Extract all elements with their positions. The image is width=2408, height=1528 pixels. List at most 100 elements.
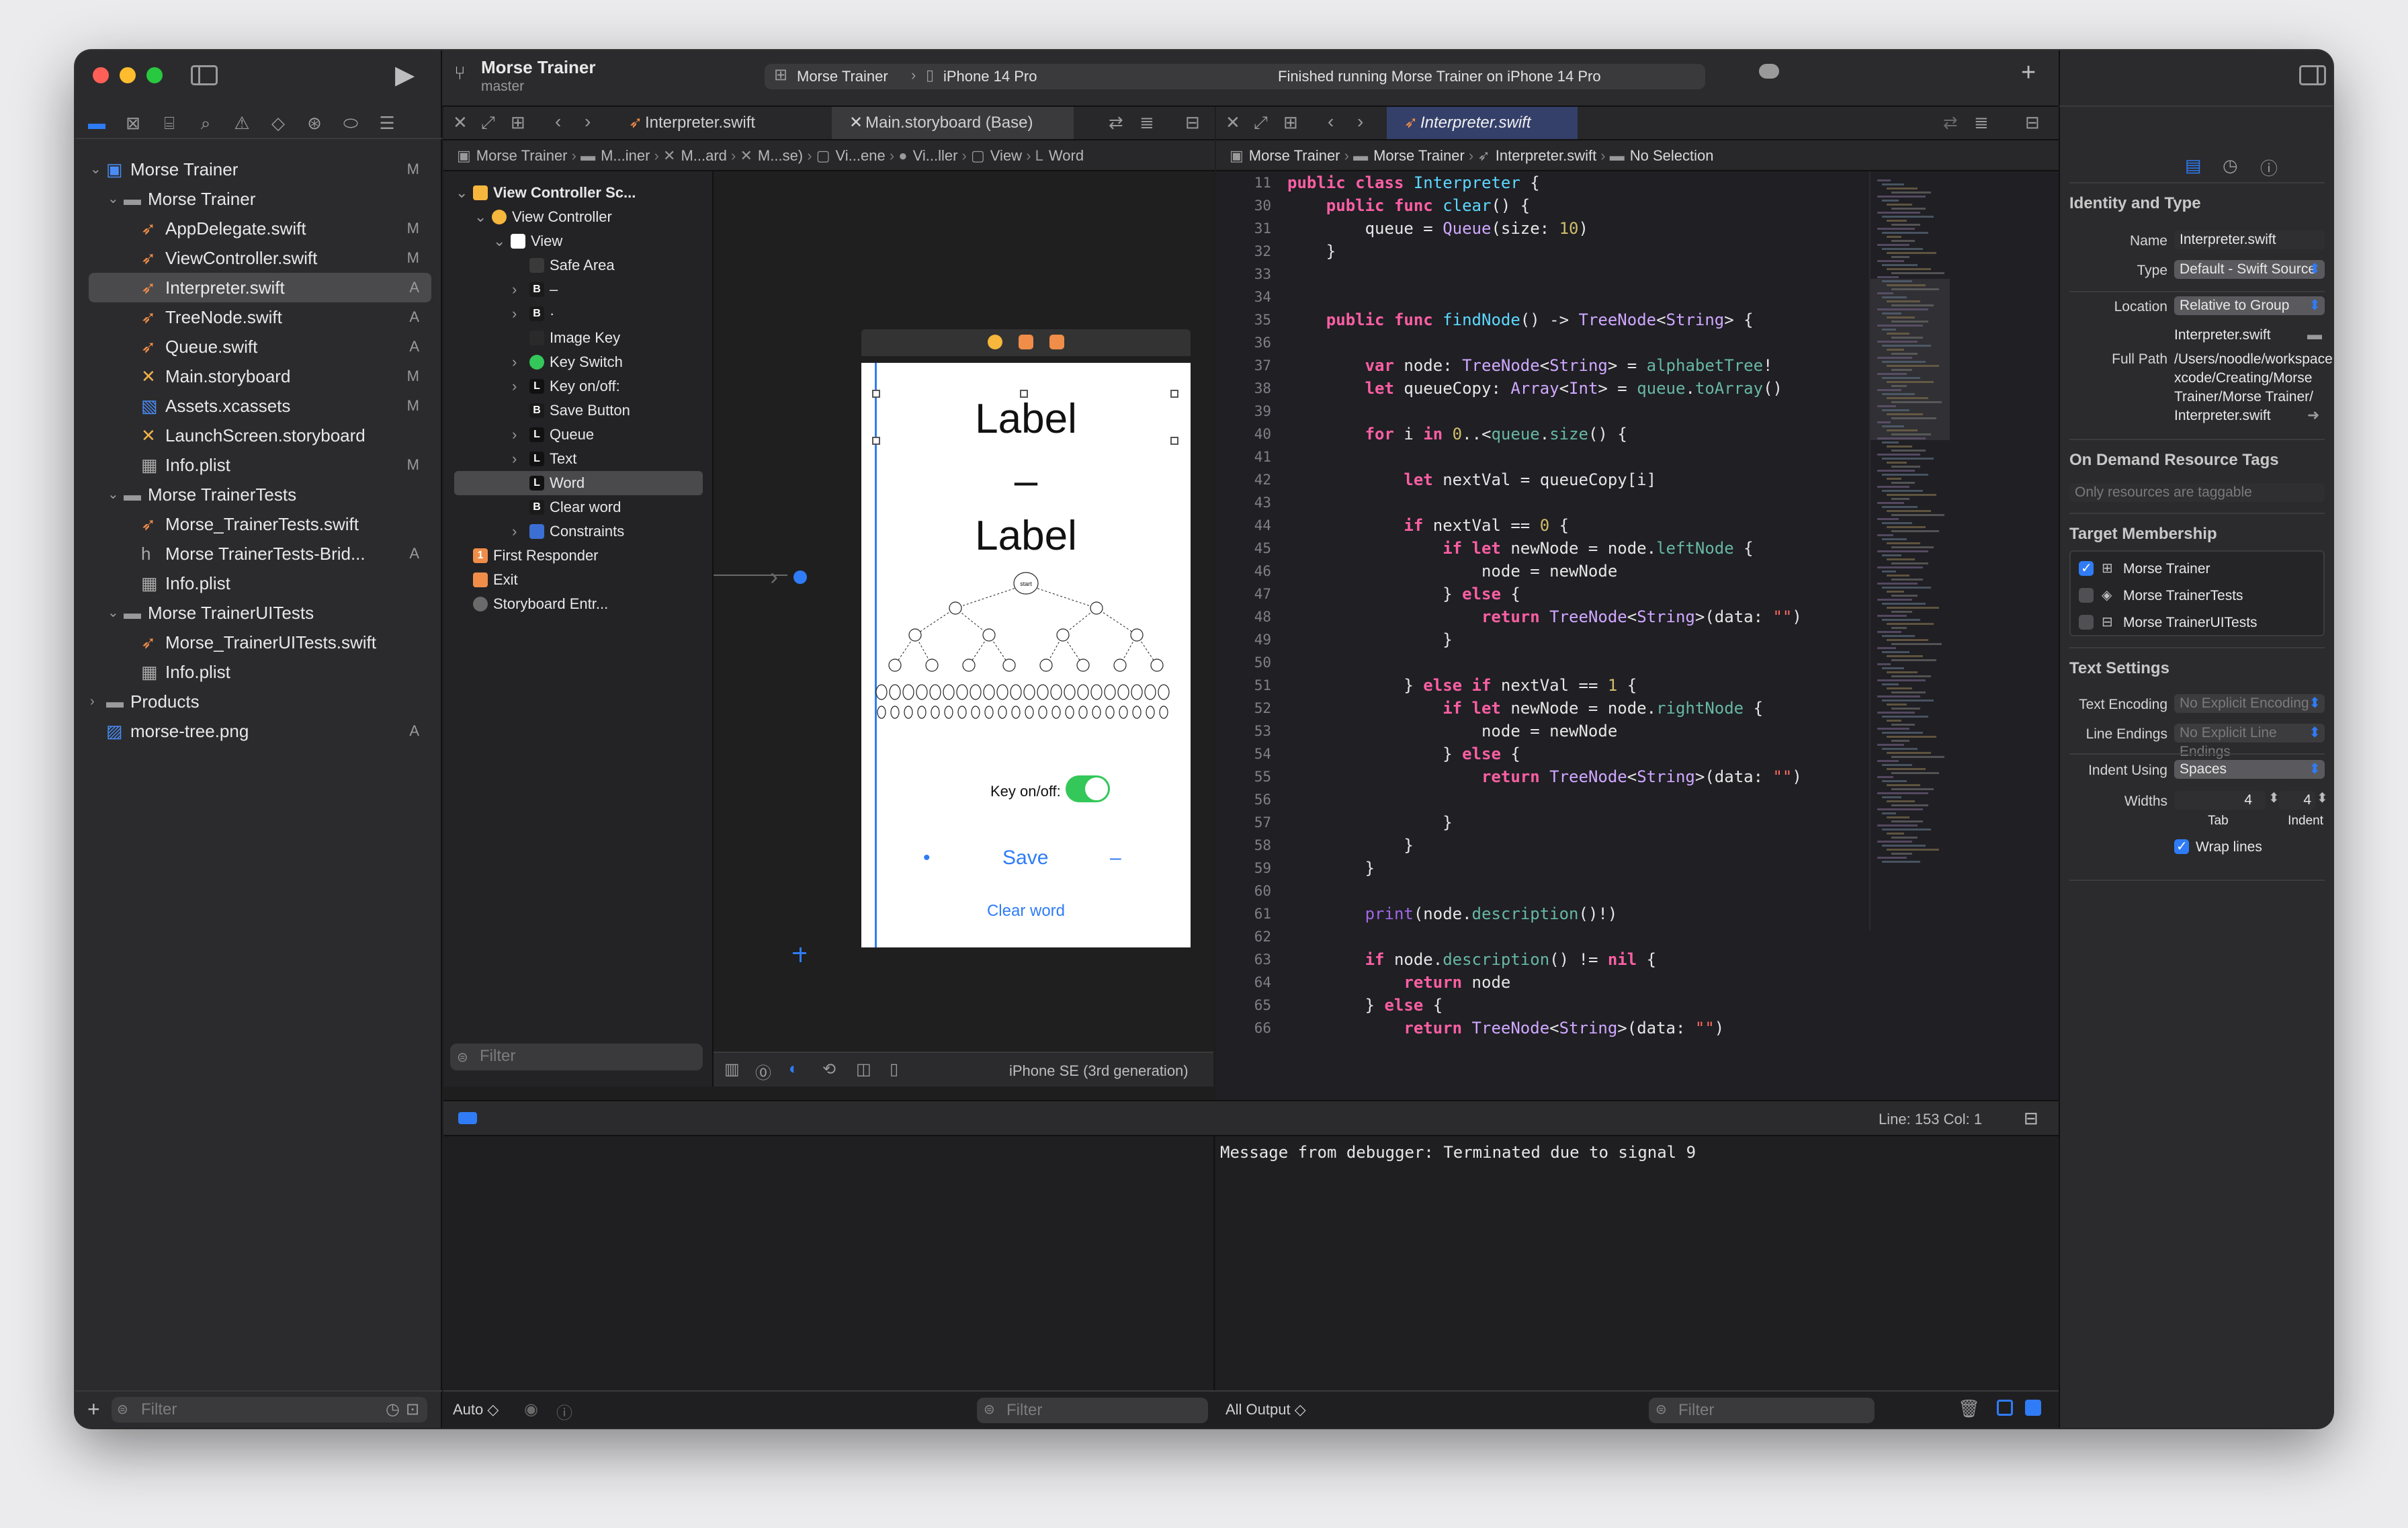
editor-options-icon[interactable]: ≣ xyxy=(1140,112,1154,133)
wrap-lines-checkbox[interactable] xyxy=(2174,838,2189,855)
document-outline-toggle-icon[interactable]: ▥ xyxy=(724,1060,740,1079)
minimap[interactable] xyxy=(1869,171,1950,931)
chevron-down-icon[interactable]: ⌄ xyxy=(90,155,101,184)
key-switch[interactable] xyxy=(1066,775,1110,802)
exit-icon[interactable] xyxy=(1049,335,1064,349)
tab-width-field[interactable]: 4 xyxy=(2174,791,2266,810)
hide-debug-icon[interactable]: ⊟ xyxy=(2024,1108,2038,1129)
name-field[interactable]: Interpreter.swift xyxy=(2174,230,2325,249)
morse-tree-image[interactable]: start xyxy=(875,571,1177,732)
tab-interpreter[interactable]: ➶ Interpreter.swift xyxy=(611,107,826,139)
navigator-item[interactable]: ➶ Morse_TrainerTests.swift xyxy=(89,509,431,539)
minimap-viewport[interactable] xyxy=(1870,279,1950,440)
expand-icon[interactable]: ⤢ xyxy=(481,112,495,134)
close-icon[interactable]: ✕ xyxy=(1226,112,1240,133)
breadcrumb-segment[interactable]: Morse Trainer xyxy=(1249,147,1340,164)
chevron-right-icon[interactable]: › xyxy=(512,374,517,398)
zoom-window-button[interactable] xyxy=(146,67,163,83)
chevron-right-icon[interactable]: › xyxy=(512,423,517,447)
variables-scope-selector[interactable]: Auto ◇ xyxy=(453,1401,499,1418)
chevron-right-icon[interactable]: › xyxy=(512,302,517,326)
navigator-item[interactable]: ➶ Interpreter.swift A xyxy=(89,273,431,302)
navigator-item[interactable]: ➶ ViewController.swift M xyxy=(89,243,431,273)
chevron-right-icon[interactable]: › xyxy=(512,278,517,302)
outline-item[interactable]: › L Queue xyxy=(454,423,703,447)
navigator-item[interactable]: ▦ Info.plist M xyxy=(89,450,431,480)
chevron-down-icon[interactable]: ⌄ xyxy=(474,205,486,229)
help-icon[interactable]: ⓘ xyxy=(2260,155,2278,180)
tab-main-storyboard[interactable]: ✕ Main.storyboard (Base) xyxy=(832,107,1074,139)
back-icon[interactable]: ‹ xyxy=(1328,111,1334,132)
stepper-icon[interactable]: ⬍ xyxy=(2317,790,2328,806)
info-icon[interactable]: ⓘ xyxy=(556,1400,572,1423)
chevron-down-icon[interactable]: ⌄ xyxy=(108,598,119,628)
breadcrumb-segment[interactable]: No Selection xyxy=(1630,147,1714,164)
breadcrumb-segment[interactable]: Word xyxy=(1049,147,1084,164)
size-class-icon[interactable]: ◫ xyxy=(856,1060,871,1079)
outline-item[interactable]: B Clear word xyxy=(454,495,703,519)
text-label[interactable]: – xyxy=(861,457,1191,505)
search-icon[interactable]: ⌕ xyxy=(195,112,216,134)
outline-filter-input[interactable]: Filter xyxy=(450,1044,703,1070)
outline-item[interactable]: › B – xyxy=(454,278,703,302)
navigator-item[interactable]: h Morse TrainerTests-Brid... A xyxy=(89,539,431,568)
navigator-item[interactable]: ➶ Queue.swift A xyxy=(89,332,431,362)
outline-item[interactable]: 1 First Responder xyxy=(454,544,703,568)
file-inspector-icon[interactable]: ▤ xyxy=(2185,155,2202,176)
forward-icon[interactable]: › xyxy=(585,111,591,132)
folder-icon[interactable]: ▬ xyxy=(2307,326,2322,343)
destination-selector[interactable]: iPhone 14 Pro xyxy=(943,68,1037,85)
navigator-item[interactable]: ✕ LaunchScreen.storyboard xyxy=(89,421,431,450)
breadcrumb-segment[interactable]: Morse Trainer xyxy=(476,147,568,164)
console-output[interactable]: Message from debugger: Terminated due to… xyxy=(1216,1136,2059,1390)
source-editor[interactable]: 11 30 31 32 33 34 35 36 37 38 39 40 41 42 43 44 45 46 47 48… xyxy=(1216,171,2059,1100)
forward-icon[interactable]: › xyxy=(1357,111,1363,132)
outline-item[interactable]: › Key Switch xyxy=(454,350,703,374)
stepper-icon[interactable]: ⬍ xyxy=(2268,790,2280,806)
save-button[interactable]: Save xyxy=(1002,847,1048,869)
storyboard-canvas[interactable]: › Label – Label start Key on/off: • Save… xyxy=(714,171,1213,1087)
output-selector[interactable]: All Output ◇ xyxy=(1226,1401,1306,1418)
navigator-item[interactable]: ▧ Assets.xcassets M xyxy=(89,391,431,421)
minimize-window-button[interactable] xyxy=(120,67,136,83)
indent-using-popup[interactable]: Spaces ⬍ xyxy=(2174,760,2325,779)
target-checkbox-uitests[interactable] xyxy=(2079,615,2094,630)
chevron-right-icon[interactable]: › xyxy=(512,519,517,544)
outline-item[interactable]: ⌄ View Controller Sc... xyxy=(454,181,703,205)
outline-item[interactable]: › L Key on/off: xyxy=(454,374,703,398)
sidebar-toggle-icon[interactable] xyxy=(191,65,218,85)
test-icon[interactable]: ◇ xyxy=(267,112,289,134)
clear-word-button[interactable]: Clear word xyxy=(861,902,1191,921)
indent-width-field[interactable]: 4 xyxy=(2279,791,2315,810)
chevron-down-icon[interactable]: ⌄ xyxy=(108,480,119,509)
tab-interpreter-active[interactable]: ➶ Interpreter.swift xyxy=(1387,107,1578,139)
navigator-item[interactable]: ▨ morse-tree.png A xyxy=(89,716,431,746)
appearance-icon[interactable]: ◐ xyxy=(789,1060,799,1078)
related-items-icon[interactable]: ⇄ xyxy=(1109,112,1123,133)
view-controller-icon[interactable] xyxy=(988,335,1002,349)
source-control-icon[interactable]: ⊠ xyxy=(122,112,144,134)
first-responder-icon[interactable] xyxy=(1019,335,1033,349)
grid-icon[interactable]: ⊞ xyxy=(1283,112,1298,133)
show-console-icon[interactable] xyxy=(2025,1400,2041,1416)
code-text[interactable]: public class Interpreter { public func c… xyxy=(1287,171,1825,1100)
line-endings-popup[interactable]: No Explicit Line Endings ⬍ xyxy=(2174,724,2325,759)
breadcrumb-segment[interactable]: Interpreter.swift xyxy=(1496,147,1596,164)
navigator-item[interactable]: › ▬ Products xyxy=(89,687,431,716)
history-icon[interactable]: ◷ xyxy=(2223,155,2238,176)
expand-icon[interactable]: ⤢ xyxy=(1254,112,1268,134)
grid-icon[interactable]: ⊞ xyxy=(511,112,525,133)
outline-item[interactable]: Safe Area xyxy=(454,253,703,278)
variables-filter-input[interactable]: Filter xyxy=(977,1398,1208,1423)
navigator-item[interactable]: ✕ Main.storyboard M xyxy=(89,362,431,391)
branch-name[interactable]: master xyxy=(481,79,524,95)
recent-icon[interactable]: ◷ xyxy=(386,1400,400,1419)
source-filter-icon[interactable]: ⊡ xyxy=(406,1400,419,1419)
outline-item[interactable]: L Word xyxy=(454,471,703,495)
console-filter-input[interactable]: Filter xyxy=(1649,1398,1875,1423)
inspector-toggle-icon[interactable] xyxy=(2299,65,2326,85)
breadcrumb-right[interactable]: ▣ Morse Trainer › ▬ Morse Trainer › ➶ Inter… xyxy=(1216,140,2059,171)
iphone-scene[interactable]: Label – Label start Key on/off: • Save –… xyxy=(861,363,1191,947)
chevron-down-icon[interactable]: ⌄ xyxy=(456,181,468,205)
navigator-item[interactable]: ➶ TreeNode.swift A xyxy=(89,302,431,332)
